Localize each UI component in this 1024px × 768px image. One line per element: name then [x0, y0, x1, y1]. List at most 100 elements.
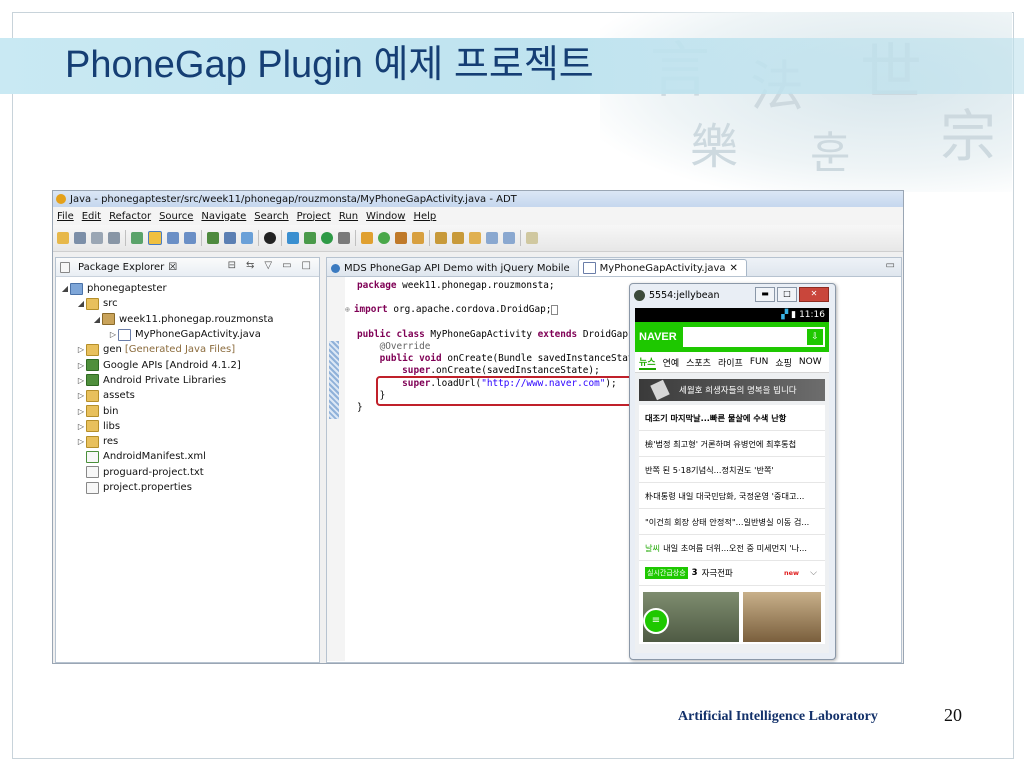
tree-item-src[interactable]: ◢ src	[56, 296, 319, 311]
new-package-icon[interactable]	[361, 232, 373, 244]
tree-item-project-properties[interactable]: project.properties	[56, 480, 319, 495]
search-input[interactable]: ⇩	[682, 327, 825, 347]
close-tab-icon[interactable]: ✕	[730, 263, 738, 274]
perspective-icon[interactable]	[526, 232, 538, 244]
tree-item-proguard[interactable]: proguard-project.txt	[56, 465, 319, 480]
previous-annotation-icon[interactable]	[452, 232, 464, 244]
expand-toggle-icon[interactable]: ▷	[76, 391, 86, 400]
view-menu-icon[interactable]: ▽	[264, 260, 272, 271]
menu-project[interactable]: Project	[297, 211, 331, 222]
tree-item-res[interactable]: ▷ res	[56, 434, 319, 449]
voice-search-icon[interactable]: ⇩	[807, 329, 823, 345]
expand-toggle-icon[interactable]: ▷	[76, 345, 86, 354]
news-item[interactable]: 날씨 내일 초여름 더위...오전 중 미세먼지 '나...	[639, 535, 825, 561]
ddms-icon[interactable]	[264, 232, 276, 244]
close-button[interactable]: ✕	[799, 287, 829, 302]
tab-news[interactable]: 뉴스	[639, 355, 656, 370]
menu-window[interactable]: Window	[366, 211, 405, 222]
news-photo[interactable]	[742, 592, 821, 642]
fold-icon[interactable]: ⊕	[345, 305, 350, 314]
next-annotation-icon[interactable]	[435, 232, 447, 244]
tab-life[interactable]: 라이프	[718, 356, 743, 369]
close-view-icon[interactable]: ☒	[168, 262, 177, 273]
menu-source[interactable]: Source	[159, 211, 193, 222]
last-edit-icon[interactable]	[469, 232, 481, 244]
menu-fab-icon[interactable]: ≡	[643, 608, 669, 634]
tree-item-google-apis[interactable]: ▷ Google APIs [Android 4.1.2]	[56, 357, 319, 372]
link-editor-icon[interactable]: ⇆	[246, 260, 254, 271]
open-task-icon[interactable]	[241, 232, 253, 244]
news-item[interactable]: 대조기 마지막날...빠른 물살에 수색 난항	[639, 405, 825, 431]
tab-activity-java[interactable]: MyPhoneGapActivity.java ✕	[577, 259, 747, 276]
expand-toggle-icon[interactable]: ▷	[76, 437, 86, 446]
tree-item-package[interactable]: ◢ week11.phonegap.rouzmonsta	[56, 312, 319, 327]
layout-icon[interactable]	[184, 232, 196, 244]
realtime-keyword-row[interactable]: 실시간급상승 3 자극전파 new ⌵	[639, 561, 825, 586]
fold-marker-icon[interactable]	[551, 305, 558, 316]
tab-sports[interactable]: 스포츠	[686, 356, 711, 369]
expand-toggle-icon[interactable]: ▷	[76, 376, 86, 385]
search-icon[interactable]	[412, 232, 424, 244]
maximize-icon[interactable]: □	[302, 260, 311, 271]
tree-item-private-libraries[interactable]: ▷ Android Private Libraries	[56, 373, 319, 388]
menu-edit[interactable]: Edit	[82, 211, 101, 222]
menu-help[interactable]: Help	[413, 211, 436, 222]
external-tools-icon[interactable]	[338, 232, 350, 244]
build-icon[interactable]	[207, 232, 219, 244]
open-type-icon[interactable]	[395, 232, 407, 244]
news-item[interactable]: 檢'법정 최고형' 거론하며 유병언에 최후통첩	[639, 431, 825, 457]
tree-item-gen[interactable]: ▷ gen [Generated Java Files]	[56, 342, 319, 357]
minimize-icon[interactable]: ▭	[282, 260, 291, 271]
expand-toggle-icon[interactable]: ◢	[60, 284, 70, 293]
expand-toggle-icon[interactable]: ▷	[76, 361, 86, 370]
android-sdk-icon[interactable]	[131, 232, 143, 244]
skip-breakpoints-icon[interactable]	[287, 232, 299, 244]
tree-item-manifest[interactable]: AndroidManifest.xml	[56, 449, 319, 464]
avd-manager-icon[interactable]	[148, 231, 162, 245]
run-icon[interactable]	[321, 232, 333, 244]
naver-logo[interactable]: NAVER	[639, 331, 677, 343]
maximize-button[interactable]: □	[777, 287, 797, 302]
tab-entertainment[interactable]: 연예	[663, 356, 680, 369]
news-item[interactable]: "이건희 회장 상태 안정적"...일반병실 이동 검...	[639, 509, 825, 535]
terminal-icon[interactable]	[224, 232, 236, 244]
menu-search[interactable]: Search	[254, 211, 288, 222]
menu-run[interactable]: Run	[339, 211, 358, 222]
tab-demo-page[interactable]: MDS PhoneGap API Demo with jQuery Mobile	[327, 260, 578, 276]
forward-icon[interactable]	[503, 232, 515, 244]
expand-toggle-icon[interactable]: ◢	[92, 315, 102, 324]
new-class-icon[interactable]	[378, 232, 390, 244]
expand-toggle-icon[interactable]: ▷	[108, 330, 118, 339]
tree-item-bin[interactable]: ▷ bin	[56, 403, 319, 418]
expand-toggle-icon[interactable]: ◢	[76, 299, 86, 308]
print-icon[interactable]	[108, 232, 120, 244]
tree-item-phonegaptester[interactable]: ◢ phonegaptester	[56, 281, 319, 296]
news-item[interactable]: 반쪽 된 5·18기념식...정치권도 '반쪽'	[639, 457, 825, 483]
chevron-down-icon[interactable]: ⌵	[810, 568, 817, 578]
save-all-icon[interactable]	[91, 232, 103, 244]
tab-now[interactable]: NOW	[799, 357, 822, 367]
lint-icon[interactable]	[167, 232, 179, 244]
expand-toggle-icon[interactable]: ▷	[76, 422, 86, 431]
tree-item-libs[interactable]: ▷ libs	[56, 419, 319, 434]
minimize-button[interactable]: ▬	[755, 287, 775, 302]
memorial-banner[interactable]: 세월호 희생자들의 명복을 빕니다	[639, 379, 825, 401]
tree-item-activity-java[interactable]: ▷ MyPhoneGapActivity.java	[56, 327, 319, 342]
back-icon[interactable]	[486, 232, 498, 244]
menu-navigate[interactable]: Navigate	[201, 211, 246, 222]
save-icon[interactable]	[74, 232, 86, 244]
realtime-badge: 실시간급상승	[645, 567, 688, 579]
tab-fun[interactable]: FUN	[750, 357, 769, 367]
menu-refactor[interactable]: Refactor	[109, 211, 151, 222]
menu-file[interactable]: File	[57, 211, 74, 222]
debug-icon[interactable]	[304, 232, 316, 244]
code-token: .onCreate(savedInstanceState);	[430, 365, 600, 377]
tree-item-label: gen	[103, 344, 122, 356]
collapse-all-icon[interactable]: ⊟	[228, 260, 236, 271]
news-item[interactable]: 朴대통령 내일 대국민담화, 국정운영 '중대고...	[639, 483, 825, 509]
tab-shopping[interactable]: 쇼핑	[775, 356, 792, 369]
new-icon[interactable]	[57, 232, 69, 244]
minimize-icon[interactable]: ▭	[886, 260, 895, 271]
expand-toggle-icon[interactable]: ▷	[76, 407, 86, 416]
tree-item-assets[interactable]: ▷ assets	[56, 388, 319, 403]
